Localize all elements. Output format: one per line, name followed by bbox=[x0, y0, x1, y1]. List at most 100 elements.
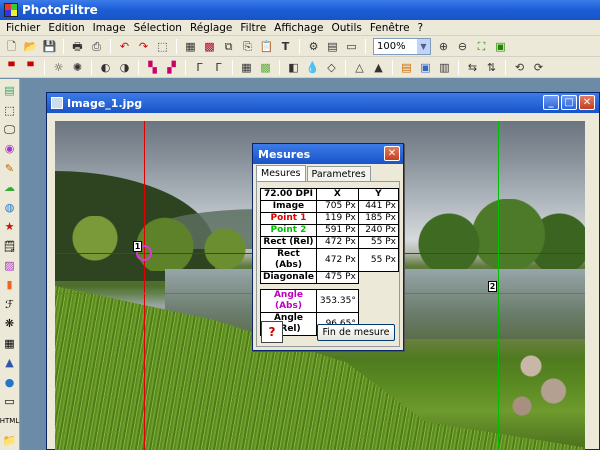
monitor-icon[interactable]: 🖵 bbox=[2, 122, 18, 137]
row-y: 55 Px bbox=[357, 248, 400, 272]
close-button[interactable]: ✕ bbox=[579, 95, 595, 110]
minimize-button[interactable]: _ bbox=[543, 95, 559, 110]
effects-icon[interactable]: ℱ bbox=[2, 297, 18, 312]
menu-fichier[interactable]: Fichier bbox=[2, 22, 44, 34]
menu-affichage[interactable]: Affichage bbox=[270, 22, 327, 34]
dialog-title-bar[interactable]: Mesures bbox=[253, 144, 403, 164]
rgb-icon[interactable]: ▩ bbox=[201, 38, 218, 55]
photo-trees-left bbox=[55, 216, 255, 271]
menu-outils[interactable]: Outils bbox=[328, 22, 366, 34]
rotate-right-icon[interactable]: ⟳ bbox=[530, 59, 547, 76]
photo-flowers bbox=[495, 346, 585, 446]
scan-icon[interactable]: ⎙ bbox=[88, 38, 105, 55]
brightness-up-icon[interactable]: ✺ bbox=[69, 59, 86, 76]
frame-icon[interactable]: ▣ bbox=[417, 59, 434, 76]
new-icon[interactable]: 🗋 bbox=[3, 38, 20, 55]
row-y: 240 Px bbox=[357, 224, 400, 237]
texture-icon[interactable]: ▲ bbox=[370, 59, 387, 76]
zoom-in-icon[interactable]: ⊕ bbox=[435, 38, 452, 55]
sphere-icon[interactable]: ● bbox=[2, 374, 18, 389]
fit-icon[interactable]: ⛶ bbox=[473, 38, 490, 55]
auto-contrast-icon[interactable]: ▀ bbox=[22, 59, 39, 76]
row-x: 472 Px bbox=[315, 248, 359, 272]
selection-icon[interactable]: ⬚ bbox=[2, 102, 18, 117]
fullscreen-icon[interactable]: ▣ bbox=[492, 38, 509, 55]
html-icon[interactable]: HTML bbox=[0, 413, 19, 428]
soften-icon[interactable]: ◧ bbox=[285, 59, 302, 76]
row-label: Image bbox=[260, 200, 317, 213]
copy-icon[interactable]: ⎘ bbox=[239, 38, 256, 55]
plugins-icon[interactable]: ⚙ bbox=[305, 38, 322, 55]
gamma-up-icon[interactable]: Γ bbox=[210, 59, 227, 76]
chevron-down-icon[interactable]: ▼ bbox=[417, 38, 430, 54]
menu-edition[interactable]: Edition bbox=[44, 22, 88, 34]
help-icon[interactable]: ? bbox=[261, 321, 283, 343]
save-icon[interactable]: 💾 bbox=[41, 38, 58, 55]
point1-marker[interactable]: 1 bbox=[133, 241, 142, 252]
contrast-up-icon[interactable]: ◑ bbox=[116, 59, 133, 76]
menu-image[interactable]: Image bbox=[89, 22, 130, 34]
layers-icon[interactable]: ▤ bbox=[2, 83, 18, 98]
cloud-icon[interactable]: ☁ bbox=[2, 180, 18, 195]
toolbar-separator bbox=[91, 59, 92, 75]
mountain-icon[interactable]: ▲ bbox=[2, 355, 18, 370]
grid-icon[interactable]: ▦ bbox=[2, 335, 18, 350]
maximize-button[interactable]: □ bbox=[561, 95, 577, 110]
print-icon[interactable]: 🖶 bbox=[69, 38, 86, 55]
brightness-down-icon[interactable]: ☼ bbox=[50, 59, 67, 76]
contrast-down-icon[interactable]: ◐ bbox=[97, 59, 114, 76]
gamma-down-icon[interactable]: Γ bbox=[191, 59, 208, 76]
redo-icon[interactable]: ↷ bbox=[135, 38, 152, 55]
browser-icon[interactable]: ▤ bbox=[324, 38, 341, 55]
row-x: 472 Px bbox=[315, 236, 359, 249]
sharpen-icon[interactable]: ◇ bbox=[323, 59, 340, 76]
color-picker-icon[interactable]: ◍ bbox=[2, 200, 18, 215]
menu-fenetre[interactable]: Fenêtre bbox=[366, 22, 414, 34]
pattern-icon[interactable]: ❋ bbox=[2, 316, 18, 331]
saturation-down-icon[interactable]: ▚ bbox=[144, 59, 161, 76]
undo-icon[interactable]: ↶ bbox=[116, 38, 133, 55]
mask-icon[interactable]: ▥ bbox=[436, 59, 453, 76]
note-icon[interactable]: 🗒 bbox=[2, 238, 18, 253]
window-icon[interactable]: ▭ bbox=[343, 38, 360, 55]
dust-icon[interactable]: ▩ bbox=[257, 59, 274, 76]
fill-icon[interactable]: ▮ bbox=[2, 277, 18, 292]
menu-selection[interactable]: Sélection bbox=[130, 22, 186, 34]
image-window-title-bar[interactable]: Image_1.jpg bbox=[47, 93, 599, 113]
grayscale-icon[interactable]: ▦ bbox=[182, 38, 199, 55]
sharpen-more-icon[interactable]: △ bbox=[351, 59, 368, 76]
saturation-up-icon[interactable]: ▞ bbox=[163, 59, 180, 76]
paste-icon[interactable]: 📋 bbox=[258, 38, 275, 55]
gradient-icon[interactable]: ▤ bbox=[398, 59, 415, 76]
menu-help[interactable]: ? bbox=[414, 22, 428, 34]
blur-icon[interactable]: 💧 bbox=[304, 59, 321, 76]
circle-icon[interactable]: ◉ bbox=[2, 141, 18, 156]
open-icon[interactable]: 📂 bbox=[22, 38, 39, 55]
folder-icon[interactable]: 📁 bbox=[2, 433, 18, 448]
scroll-icon[interactable]: ▭ bbox=[2, 394, 18, 409]
point2-vertical-guide bbox=[498, 121, 499, 450]
auto-levels-icon[interactable]: ▀ bbox=[3, 59, 20, 76]
point2-marker[interactable]: 2 bbox=[488, 281, 497, 292]
close-icon[interactable]: ✕ bbox=[384, 146, 400, 161]
tab-mesures[interactable]: Mesures bbox=[256, 165, 306, 181]
finish-measure-button[interactable]: Fin de mesure bbox=[317, 324, 395, 341]
flip-v-icon[interactable]: ⇅ bbox=[483, 59, 500, 76]
star-icon[interactable]: ★ bbox=[2, 219, 18, 234]
duplicate-icon[interactable]: ⧉ bbox=[220, 38, 237, 55]
zoom-select[interactable]: 100% ▼ bbox=[373, 37, 431, 55]
table-header-row: 72.00 DPI X Y bbox=[260, 188, 400, 201]
menu-reglage[interactable]: Réglage bbox=[186, 22, 236, 34]
pen-icon[interactable]: ✎ bbox=[2, 161, 18, 176]
flip-h-icon[interactable]: ⇆ bbox=[464, 59, 481, 76]
tab-parametres[interactable]: Parametres bbox=[306, 166, 371, 181]
crop-icon[interactable]: ⬚ bbox=[154, 38, 171, 55]
angle-row: Angle (Abs) 353.35° bbox=[260, 289, 399, 313]
rotate-left-icon[interactable]: ⟲ bbox=[511, 59, 528, 76]
text-icon[interactable]: T bbox=[277, 38, 294, 55]
menu-filtre[interactable]: Filtre bbox=[236, 22, 270, 34]
zoom-out-icon[interactable]: ⊖ bbox=[454, 38, 471, 55]
color-balance-icon[interactable]: ▦ bbox=[238, 59, 255, 76]
empty-cell bbox=[358, 290, 398, 313]
gradient-tool-icon[interactable]: ▨ bbox=[2, 258, 18, 273]
